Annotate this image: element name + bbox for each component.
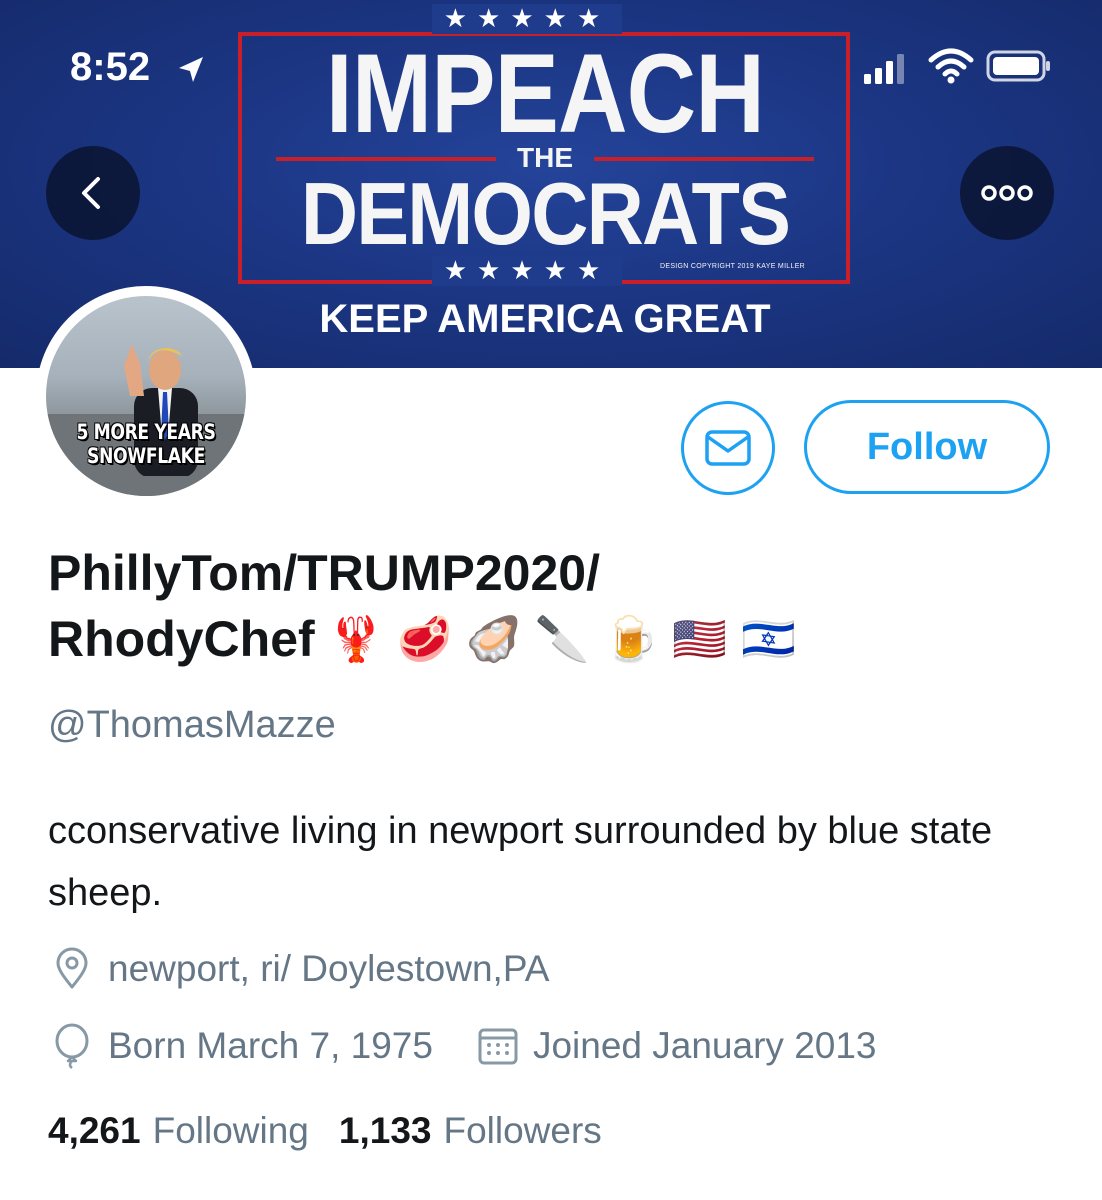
profile-location: newport, ri/ Doylestown,PA [50,946,549,992]
banner-tagline: KEEP AMERICA GREAT [319,297,771,341]
profile-dates: Born March 7, 1975 Joined January 2013 [50,1023,877,1069]
avatar-photo: 5 MORE YEARS SNOWFLAKE [46,296,246,496]
avatar-caption-line2: SNOWFLAKE [87,444,205,468]
location-arrow-icon [179,57,203,82]
banner-headline: IMPEACH [325,31,765,156]
followers-count: 1,133 [338,1110,432,1151]
calendar-icon [478,1028,518,1065]
envelope-icon [705,430,751,466]
display-name: PhillyTom/TRUMP2020/ RhodyChef 🦞 🥩 🦪 🔪 🍺… [48,540,1058,673]
more-horizontal-icon [981,185,1033,201]
avatar-caption-line1: 5 MORE YEARS [76,420,216,444]
message-button[interactable] [681,401,775,495]
display-name-line2: RhodyChef 🦞 🥩 🦪 🔪 🍺 🇺🇸 🇮🇱 [48,606,1058,673]
battery-icon [986,50,1050,82]
cellular-signal-icon [864,54,904,84]
followers-link[interactable]: 1,133 Followers [339,1110,602,1152]
followers-label: Followers [443,1110,602,1151]
banner-subheadline: DEMOCRATS [300,164,791,263]
display-name-emoji: 🦞 🥩 🦪 🔪 🍺 🇺🇸 🇮🇱 [328,614,796,665]
more-options-button[interactable] [960,146,1054,240]
follow-button[interactable]: Follow [804,400,1050,494]
back-button[interactable] [46,146,140,240]
chevron-left-icon [82,177,100,209]
wifi-icon [928,48,974,84]
avatar[interactable]: 5 MORE YEARS SNOWFLAKE [36,286,256,506]
following-count: 4,261 [48,1110,141,1151]
display-name-line1: PhillyTom/TRUMP2020/ [48,545,600,601]
joined-text: Joined January 2013 [532,1025,877,1066]
banner-stars-top: ★★★★★ [432,4,622,34]
location-text: newport, ri/ Doylestown,PA [108,948,550,989]
balloon-icon [55,1023,89,1069]
banner-copyright: DESIGN COPYRIGHT 2019 KAYE MILLER [660,263,806,270]
birthday-text: Born March 7, 1975 [108,1025,433,1066]
banner-stars-bottom: ★★★★★ [432,256,622,286]
profile-bio: cconservative living in newport surround… [48,810,993,914]
following-label: Following [152,1110,309,1151]
follow-counts: 4,261 Following 1,133 Followers [48,1108,602,1154]
following-link[interactable]: 4,261 Following [48,1110,309,1152]
status-time: 8:52 [70,45,151,89]
map-pin-icon [56,947,88,989]
user-handle: @ThomasMazze [48,704,336,746]
display-name-text: RhodyChef [48,611,315,667]
